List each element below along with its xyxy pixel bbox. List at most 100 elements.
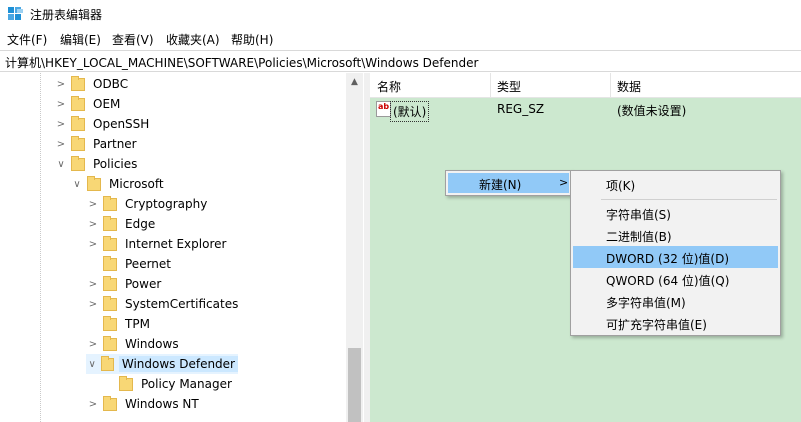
tree-item-windows[interactable]: > Windows: [86, 334, 182, 354]
tree-item-label: Peernet: [125, 257, 171, 271]
submenu-item-string-value[interactable]: 字符串值(S): [573, 202, 778, 224]
folder-icon: [103, 295, 117, 311]
submenu-item-dword-value[interactable]: DWORD (32 位)值(D): [573, 246, 778, 268]
chevron-down-icon[interactable]: ∨: [54, 157, 68, 171]
tree-item-label: OpenSSH: [93, 117, 150, 131]
column-data[interactable]: 数据: [617, 78, 641, 95]
tree-item-label: Windows Defender: [118, 356, 238, 372]
window-title: 注册表编辑器: [30, 8, 103, 22]
folder-icon: [103, 195, 117, 211]
menu-item-new[interactable]: 新建(N) >: [448, 173, 569, 193]
tree-item-label: Windows NT: [125, 397, 199, 411]
submenu-item-qword-value[interactable]: QWORD (64 位)值(Q): [573, 268, 778, 290]
tree-item-policy-manager[interactable]: Policy Manager: [102, 374, 235, 394]
value-name[interactable]: (默认): [390, 101, 430, 122]
string-value-icon: ab: [376, 101, 391, 117]
tree-item-odbc[interactable]: > ODBC: [54, 74, 131, 94]
no-chevron: [102, 377, 116, 391]
folder-icon: [103, 395, 117, 411]
registry-tree[interactable]: > ODBC > OEM > OpenSSH > Partner ∨ Polic…: [0, 73, 364, 422]
tree-item-systemcertificates[interactable]: > SystemCertificates: [86, 294, 241, 314]
tree-item-label: Cryptography: [125, 197, 208, 211]
chevron-right-icon[interactable]: >: [54, 97, 68, 111]
tree-guide-line: [40, 73, 41, 422]
tree-item-openssh[interactable]: > OpenSSH: [54, 114, 152, 134]
menu-file[interactable]: 文件(F): [7, 31, 47, 48]
submenu-arrow-icon: >: [559, 176, 569, 189]
chevron-right-icon[interactable]: >: [86, 337, 100, 351]
menu-help[interactable]: 帮助(H): [231, 31, 273, 48]
tree-item-tpm[interactable]: TPM: [86, 314, 153, 334]
menu-view[interactable]: 查看(V): [112, 31, 154, 48]
scroll-thumb[interactable]: [348, 348, 361, 422]
submenu-item-binary-value[interactable]: 二进制值(B): [573, 224, 778, 246]
chevron-right-icon[interactable]: >: [54, 77, 68, 91]
tree-item-cryptography[interactable]: > Cryptography: [86, 194, 210, 214]
chevron-right-icon[interactable]: >: [86, 277, 100, 291]
new-submenu: 项(K) 字符串值(S) 二进制值(B) DWORD (32 位)值(D) QW…: [570, 170, 781, 336]
tree-item-label: SystemCertificates: [125, 297, 239, 311]
column-type[interactable]: 类型: [497, 78, 521, 95]
title-bar: 注册表编辑器: [0, 0, 801, 28]
menu-item-label: QWORD (64 位)值(Q): [606, 274, 730, 288]
tree-item-partner[interactable]: > Partner: [54, 134, 140, 154]
tree-item-label: TPM: [125, 317, 150, 331]
submenu-item-multi-string-value[interactable]: 多字符串值(M): [573, 290, 778, 312]
no-chevron: [86, 257, 100, 271]
tree-item-edge[interactable]: > Edge: [86, 214, 158, 234]
value-data: (数值未设置): [617, 104, 687, 118]
folder-icon: [103, 335, 117, 351]
folder-open-icon: [101, 355, 114, 371]
chevron-right-icon[interactable]: >: [86, 297, 100, 311]
chevron-right-icon[interactable]: >: [54, 137, 68, 151]
submenu-item-expandable-string-value[interactable]: 可扩充字符串值(E): [573, 312, 778, 334]
chevron-right-icon[interactable]: >: [86, 397, 100, 411]
folder-icon: [71, 135, 85, 151]
value-type: REG_SZ: [497, 102, 545, 116]
tree-scrollbar[interactable]: ▲: [346, 73, 363, 422]
menu-item-label: 二进制值(B): [606, 230, 672, 244]
tree-item-label: ODBC: [93, 77, 129, 91]
scroll-up-icon[interactable]: ▲: [346, 73, 363, 90]
menu-edit[interactable]: 编辑(E): [60, 31, 101, 48]
tree-item-label: Internet Explorer: [125, 237, 227, 251]
menu-item-label: 新建(N): [479, 178, 522, 192]
folder-icon: [71, 95, 85, 111]
context-menu: 新建(N) >: [445, 170, 572, 196]
value-row[interactable]: ab (默认) REG_SZ (数值未设置): [370, 100, 801, 122]
column-divider[interactable]: [490, 73, 491, 98]
tree-item-label: Policy Manager: [141, 377, 232, 391]
tree-item-power[interactable]: > Power: [86, 274, 164, 294]
menu-item-label: 多字符串值(M): [606, 296, 686, 310]
submenu-item-key[interactable]: 项(K): [573, 173, 778, 195]
tree-item-oem[interactable]: > OEM: [54, 94, 123, 114]
address-bar[interactable]: 计算机\HKEY_LOCAL_MACHINE\SOFTWARE\Policies…: [0, 50, 801, 72]
tree-item-label: Power: [125, 277, 162, 291]
menu-favorites[interactable]: 收藏夹(A): [166, 31, 220, 48]
tree-item-windows-nt[interactable]: > Windows NT: [86, 394, 202, 414]
tree-item-policies[interactable]: ∨ Policies: [54, 154, 140, 174]
folder-icon: [71, 75, 85, 91]
folder-icon: [71, 155, 85, 171]
tree-item-internet-explorer[interactable]: > Internet Explorer: [86, 234, 229, 254]
chevron-right-icon[interactable]: >: [86, 217, 100, 231]
chevron-down-icon[interactable]: ∨: [86, 357, 98, 371]
column-divider[interactable]: [610, 73, 611, 98]
chevron-right-icon[interactable]: >: [86, 237, 100, 251]
tree-item-label: Edge: [125, 217, 156, 231]
chevron-right-icon[interactable]: >: [54, 117, 68, 131]
tree-item-peernet[interactable]: Peernet: [86, 254, 174, 274]
list-header: 名称 类型 数据: [370, 73, 801, 98]
menu-item-label: 字符串值(S): [606, 208, 671, 222]
folder-icon: [87, 175, 101, 191]
chevron-right-icon[interactable]: >: [86, 197, 100, 211]
tree-item-label: Partner: [93, 137, 137, 151]
folder-icon: [71, 115, 85, 131]
no-chevron: [86, 317, 100, 331]
column-name[interactable]: 名称: [377, 78, 401, 95]
tree-item-windows-defender[interactable]: ∨ Windows Defender: [86, 354, 238, 374]
tree-item-microsoft[interactable]: ∨ Microsoft: [70, 174, 167, 194]
address-path[interactable]: 计算机\HKEY_LOCAL_MACHINE\SOFTWARE\Policies…: [5, 54, 478, 71]
chevron-down-icon[interactable]: ∨: [70, 177, 84, 191]
folder-icon: [103, 235, 117, 251]
